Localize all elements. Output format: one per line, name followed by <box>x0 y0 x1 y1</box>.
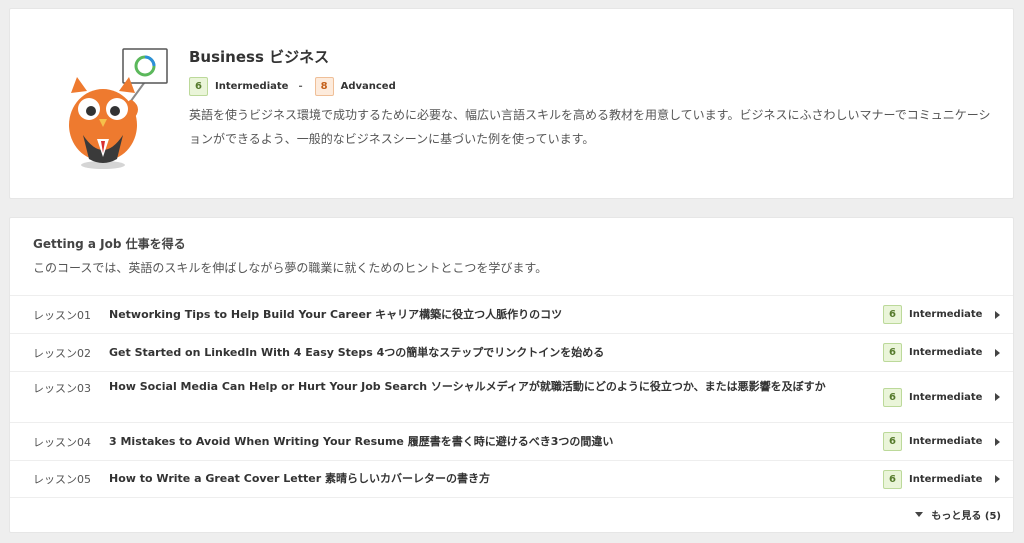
course-level-range: 6 Intermediate - 8 Advanced <box>189 77 396 96</box>
level-label: Intermediate <box>909 309 983 320</box>
course-header-card: Business ビジネス 6 Intermediate - 8 Advance… <box>9 8 1014 199</box>
lesson-number: レッスン04 <box>33 435 91 449</box>
lessons-card: Getting a Job 仕事を得る このコースでは、英語のスキルを伸ばしなが… <box>9 217 1014 533</box>
chevron-right-icon[interactable] <box>995 310 1000 319</box>
level-label: Intermediate <box>909 436 983 447</box>
lesson-number: レッスン01 <box>33 308 91 322</box>
lesson-level: 6 Intermediate <box>883 432 982 451</box>
level-separator: - <box>298 81 303 92</box>
level-badge-to: 8 <box>314 77 334 96</box>
level-badge: 6 <box>883 469 902 489</box>
lesson-number: レッスン05 <box>33 473 91 486</box>
show-more-label: もっと見る (5) <box>931 511 1001 522</box>
lesson-row[interactable]: レッスン04 3 Mistakes to Avoid When Writing … <box>10 422 1013 460</box>
level-label-to: Advanced <box>340 81 396 92</box>
chevron-right-icon[interactable] <box>995 393 1000 401</box>
show-more-button[interactable]: もっと見る (5) <box>915 507 1001 522</box>
lesson-title[interactable]: 3 Mistakes to Avoid When Writing Your Re… <box>109 434 879 450</box>
chevron-right-icon[interactable] <box>995 348 1000 357</box>
lesson-title[interactable]: Networking Tips to Help Build Your Caree… <box>109 307 879 323</box>
lesson-row[interactable]: レッスン02 Get Started on LinkedIn With 4 Ea… <box>10 333 1013 371</box>
level-label: Intermediate <box>909 347 983 358</box>
level-label: Intermediate <box>909 391 983 403</box>
lesson-level: 6 Intermediate <box>883 343 982 362</box>
level-badge: 6 <box>883 432 902 451</box>
chevron-right-icon[interactable] <box>995 437 1000 446</box>
caret-down-icon <box>915 512 924 517</box>
lesson-row[interactable]: レッスン03 How Social Media Can Help or Hurt… <box>10 371 1013 422</box>
level-badge: 6 <box>883 305 902 324</box>
lesson-row[interactable]: レッスン01 Networking Tips to Help Build You… <box>10 295 1013 333</box>
lesson-level: 6 Intermediate <box>883 387 983 407</box>
lesson-number: レッスン02 <box>33 346 91 360</box>
lesson-level: 6 Intermediate <box>883 305 982 324</box>
section-subtitle: このコースでは、英語のスキルを伸ばしながら夢の職業に就くためのヒントとこつを学び… <box>33 261 548 275</box>
owl-mascot-icon <box>69 48 168 169</box>
level-badge: 6 <box>883 343 902 362</box>
lesson-title[interactable]: How Social Media Can Help or Hurt Your J… <box>109 379 879 395</box>
chevron-right-icon[interactable] <box>995 475 1000 483</box>
lesson-level: 6 Intermediate <box>883 469 983 489</box>
course-description: 英語を使うビジネス環境で成功するために必要な、幅広い言語スキルを高める教材を用意… <box>189 108 991 146</box>
level-label-from: Intermediate <box>215 81 289 92</box>
section-title: Getting a Job 仕事を得る <box>33 237 186 251</box>
lesson-row[interactable]: レッスン05 How to Write a Great Cover Letter… <box>10 460 1013 498</box>
lesson-number: レッスン03 <box>33 382 91 395</box>
lesson-title[interactable]: Get Started on LinkedIn With 4 Easy Step… <box>109 345 879 361</box>
lesson-title[interactable]: How to Write a Great Cover Letter 素晴らしいカ… <box>109 471 879 487</box>
level-badge: 6 <box>883 387 902 407</box>
level-badge-from: 6 <box>189 77 208 96</box>
lesson-list: レッスン01 Networking Tips to Help Build You… <box>10 295 1013 498</box>
level-label: Intermediate <box>909 473 983 485</box>
course-title: Business ビジネス <box>189 48 330 66</box>
